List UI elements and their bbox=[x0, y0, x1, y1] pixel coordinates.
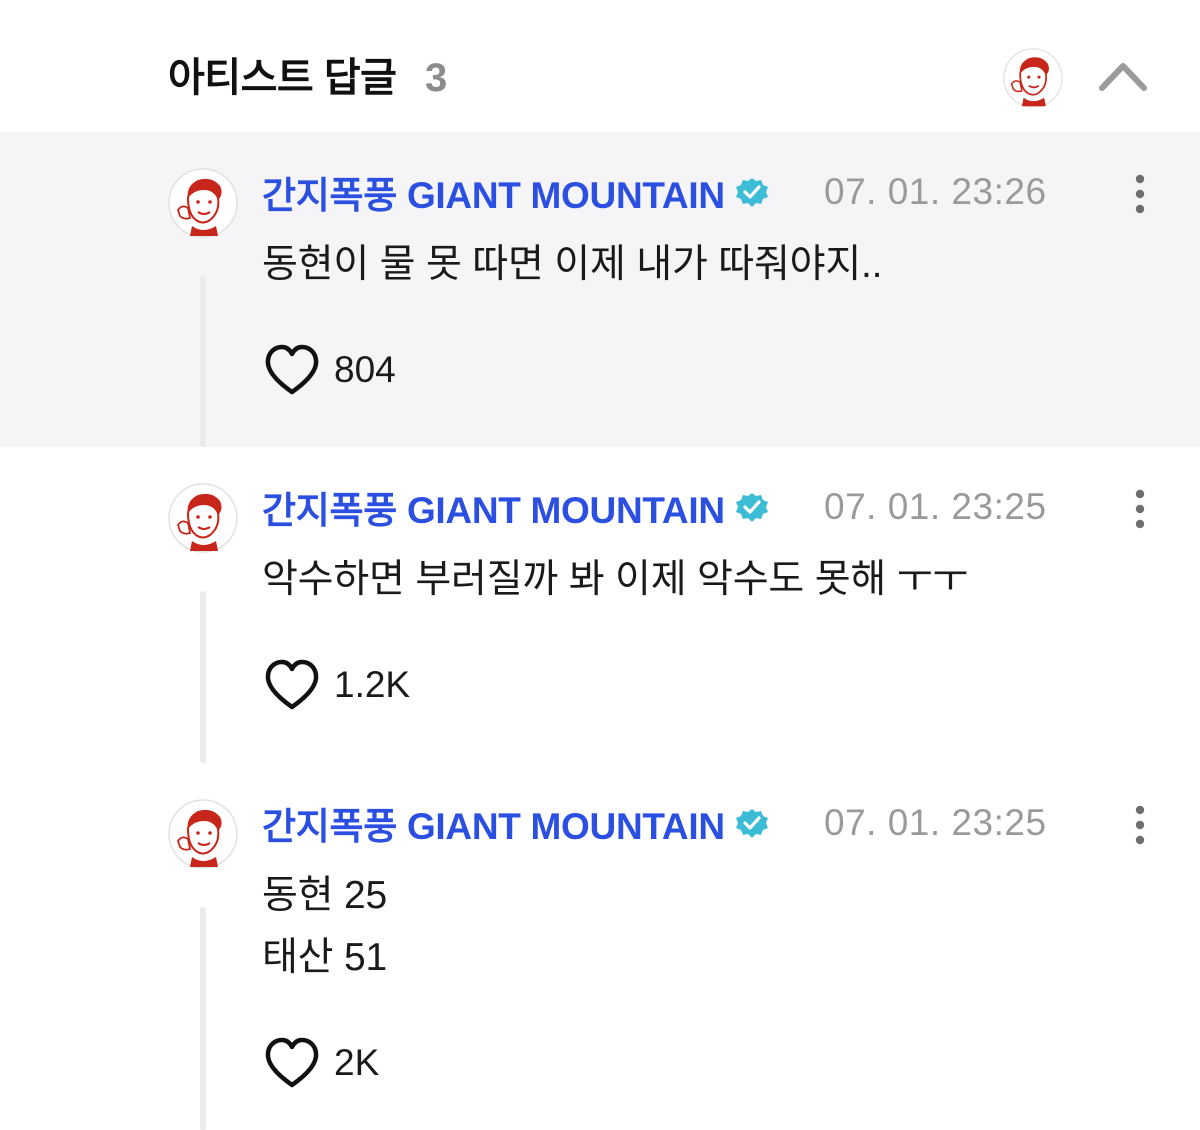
thread-line bbox=[200, 276, 206, 447]
heart-icon[interactable] bbox=[262, 1035, 322, 1091]
timestamp: 07. 01. 23:26 bbox=[824, 171, 1047, 212]
comment-line: 동현 25 bbox=[262, 874, 387, 917]
author-row: 간지폭풍 GIANT MOUNTAIN bbox=[262, 801, 769, 847]
replies-count: 3 bbox=[425, 56, 448, 100]
artist-avatar[interactable] bbox=[168, 799, 238, 869]
comment-line: 동현이 물 못 따면 이제 내가 따줘야지.. bbox=[262, 243, 883, 286]
verified-badge-icon bbox=[735, 178, 768, 207]
more-options-icon[interactable] bbox=[1124, 803, 1156, 847]
artist-avatar[interactable] bbox=[168, 168, 238, 238]
like-count: 2K bbox=[334, 1042, 380, 1083]
replies-title: 아티스트 답글 bbox=[168, 56, 397, 100]
comment-line: 태산 51 bbox=[262, 936, 387, 979]
artist-avatar[interactable] bbox=[1003, 48, 1063, 108]
reply-comment: 간지폭풍 GIANT MOUNTAIN 07. 01. 23:25 동현 25 … bbox=[0, 763, 1200, 1130]
replies-header: 아티스트 답글 3 bbox=[0, 0, 1200, 132]
artist-replies-panel: 아티스트 답글 3 간지폭풍 GIANT MOUNTAIN 07. 01. 23… bbox=[0, 0, 1200, 1130]
thread-line bbox=[200, 591, 206, 763]
comment-text: 동현이 물 못 따면 이제 내가 따줘야지.. bbox=[262, 234, 882, 296]
comment-text: 악수하면 부러질까 봐 이제 악수도 못해 ㅜㅜ bbox=[262, 549, 968, 611]
verified-badge-icon bbox=[735, 493, 768, 522]
artist-avatar[interactable] bbox=[168, 483, 238, 553]
more-options-icon[interactable] bbox=[1124, 172, 1156, 216]
like-button[interactable]: 1.2K bbox=[262, 655, 410, 715]
like-button[interactable]: 804 bbox=[262, 340, 396, 400]
timestamp: 07. 01. 23:25 bbox=[824, 486, 1047, 527]
reply-comment: 간지폭풍 GIANT MOUNTAIN 07. 01. 23:25 악수하면 부… bbox=[0, 447, 1200, 763]
comment-text: 동현 25 태산 51 bbox=[262, 865, 387, 989]
like-count: 804 bbox=[334, 349, 396, 390]
reply-comment: 간지폭풍 GIANT MOUNTAIN 07. 01. 23:26 동현이 물 … bbox=[0, 132, 1200, 447]
more-options-icon[interactable] bbox=[1124, 487, 1156, 531]
author-name[interactable]: 간지폭풍 GIANT MOUNTAIN bbox=[262, 165, 725, 219]
thread-line bbox=[200, 907, 206, 1130]
author-row: 간지폭풍 GIANT MOUNTAIN bbox=[262, 485, 769, 531]
author-name[interactable]: 간지폭풍 GIANT MOUNTAIN bbox=[262, 480, 725, 534]
heart-icon[interactable] bbox=[262, 342, 322, 398]
collapse-chevron-icon[interactable] bbox=[1094, 52, 1152, 102]
heart-icon[interactable] bbox=[262, 657, 322, 713]
verified-badge-icon bbox=[735, 809, 768, 838]
timestamp: 07. 01. 23:25 bbox=[824, 802, 1047, 843]
comment-line: 악수하면 부러질까 봐 이제 악수도 못해 ㅜㅜ bbox=[262, 558, 969, 601]
author-name[interactable]: 간지폭풍 GIANT MOUNTAIN bbox=[262, 796, 725, 850]
like-count: 1.2K bbox=[334, 664, 411, 705]
like-button[interactable]: 2K bbox=[262, 1033, 379, 1093]
author-row: 간지폭풍 GIANT MOUNTAIN bbox=[262, 170, 769, 216]
